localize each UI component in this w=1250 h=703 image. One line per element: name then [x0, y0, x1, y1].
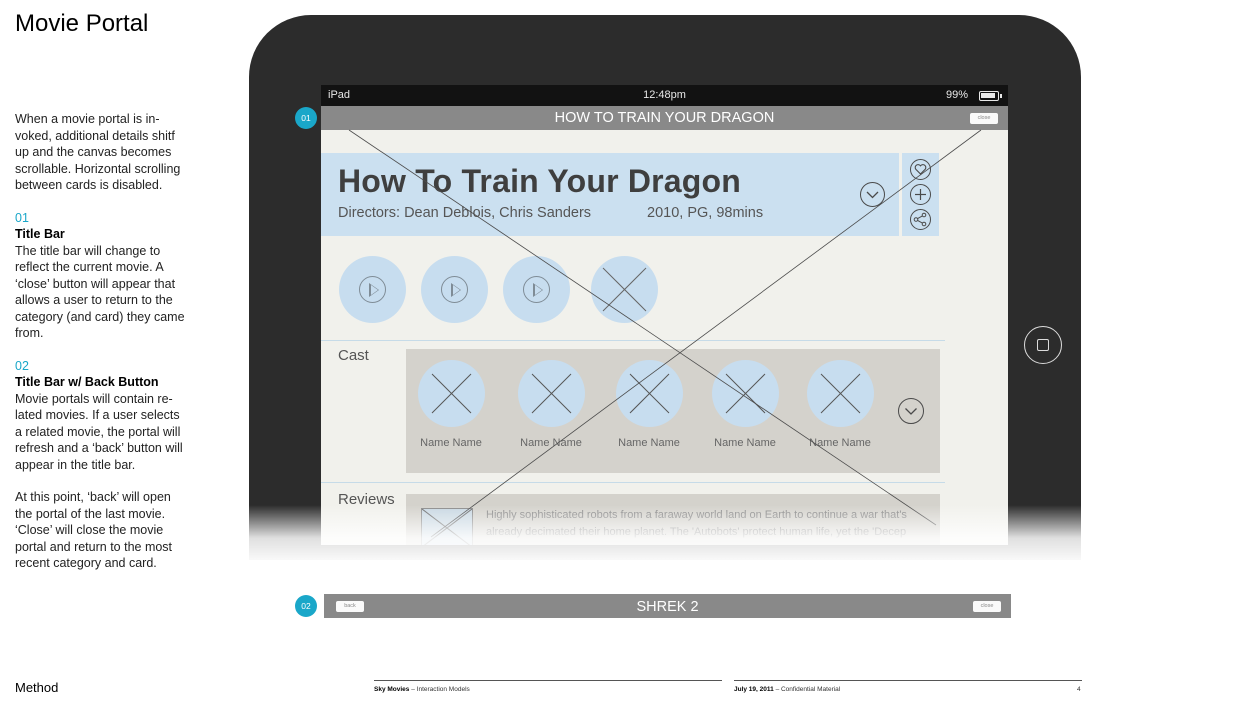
play-icon [523, 276, 550, 303]
portal-title-bar: HOW TO TRAIN YOUR DRAGON close [321, 106, 1008, 130]
cast-photo-placeholder [417, 360, 485, 427]
reviews-label: Reviews [338, 491, 395, 508]
action-panel [902, 153, 939, 236]
reviews-panel: Highly sophisticated robots from a faraw… [406, 494, 940, 545]
note-body: The title bar will change to reflect the… [15, 243, 185, 341]
callout-badge-02: 02 [295, 595, 317, 617]
page-number: 4 [1077, 686, 1081, 693]
cast-member[interactable]: Name Name [604, 360, 694, 449]
note-heading: Title Bar w/ Back Button [15, 375, 159, 389]
share-icon[interactable] [910, 209, 931, 230]
cast-member[interactable]: Name Name [406, 360, 496, 449]
cast-more-chevron-icon[interactable] [898, 398, 924, 424]
cast-name: Name Name [520, 437, 582, 449]
title-bar-with-back: back SHREK 2 close [324, 594, 1011, 618]
footer-rule-left [374, 680, 722, 681]
closing-note: At this point, ‘back’ will open the port… [15, 490, 173, 570]
page-title: Movie Portal [15, 10, 149, 37]
footer-date-block: July 19, 2011 – Confidential Material [734, 686, 840, 693]
review-text: Highly sophisticated robots from a faraw… [486, 509, 907, 538]
footer-doc-title: – Interaction Models [409, 686, 470, 693]
add-icon[interactable] [910, 184, 931, 205]
cast-name: Name Name [618, 437, 680, 449]
movie-directors: Directors: Dean Deblois, Chris Sanders [338, 205, 592, 221]
note-number: 02 [15, 358, 29, 373]
video-thumb[interactable] [339, 256, 406, 323]
close-button[interactable]: close [970, 113, 998, 124]
cast-photo-placeholder [806, 360, 874, 427]
method-label: Method [15, 680, 59, 695]
home-button[interactable] [1024, 326, 1062, 364]
status-time: 12:48pm [643, 89, 686, 101]
notes: When a movie portal is in-voked, additio… [15, 111, 187, 588]
note-02: 02 Title Bar w/ Back Button Movie portal… [15, 358, 187, 474]
note-heading: Title Bar [15, 227, 65, 241]
ipad-screen: iPad 12:48pm 99% HOW TO TRAIN YOUR DRAGO… [321, 85, 1008, 545]
footer-doc: Sky Movies – Interaction Models [374, 686, 470, 693]
footer-confidential: – Confidential Material [773, 686, 841, 693]
expand-chevron-icon[interactable] [860, 182, 885, 207]
cast-photo-placeholder [517, 360, 585, 427]
play-icon [359, 276, 386, 303]
note-number: 01 [15, 210, 29, 225]
image-placeholder[interactable] [591, 256, 658, 323]
cast-panel: Name Name Name Name Name Name Name Name … [406, 349, 940, 473]
note-body: Movie portals will contain re-lated movi… [15, 391, 183, 472]
back-button[interactable]: back [336, 601, 364, 612]
battery-icon [979, 91, 1002, 101]
movie-title: How To Train Your Dragon [338, 163, 742, 199]
heart-icon[interactable] [910, 159, 931, 180]
cast-photo-placeholder [711, 360, 779, 427]
callout-badge-01: 01 [295, 107, 317, 129]
cast-member[interactable]: Name Name [795, 360, 885, 449]
home-square-icon [1037, 339, 1049, 351]
movie-header: How To Train Your Dragon Directors: Dean… [321, 153, 899, 236]
cast-photo-placeholder [615, 360, 683, 427]
footer-rule-right [734, 680, 1082, 681]
battery-percent: 99% [945, 89, 968, 101]
cast-name: Name Name [809, 437, 871, 449]
video-thumb[interactable] [503, 256, 570, 323]
cast-label: Cast [338, 347, 369, 364]
review-thumbnail [421, 508, 473, 545]
note-01: 01 Title Bar The title bar will change t… [15, 210, 187, 342]
title-bar-title: SHREK 2 [636, 599, 699, 615]
cast-member[interactable]: Name Name [700, 360, 790, 449]
close-button[interactable]: close [973, 601, 1001, 612]
footer-date: July 19, 2011 [734, 686, 774, 693]
portal-title: HOW TO TRAIN YOUR DRAGON [554, 110, 775, 126]
cast-name: Name Name [420, 437, 482, 449]
cast-name: Name Name [714, 437, 776, 449]
movie-info: 2010, PG, 98mins [647, 205, 764, 221]
video-thumb[interactable] [421, 256, 488, 323]
intro-text: When a movie portal is in-voked, additio… [15, 112, 181, 192]
section-divider [321, 482, 945, 483]
section-divider [321, 340, 945, 341]
footer-brand: Sky Movies [374, 686, 410, 693]
status-bar: iPad 12:48pm 99% [321, 85, 1008, 106]
play-icon [441, 276, 468, 303]
cast-member[interactable]: Name Name [506, 360, 596, 449]
